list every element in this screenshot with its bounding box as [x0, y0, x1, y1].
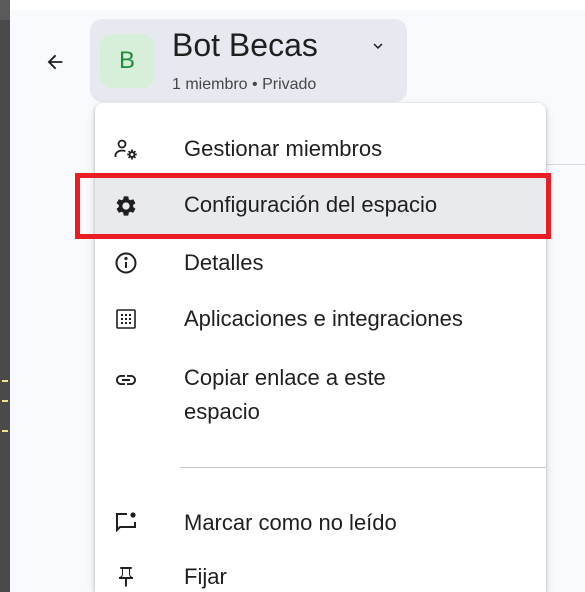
menu-item-pin[interactable]: Fijar: [95, 557, 546, 592]
left-window-edge: [0, 0, 10, 592]
left-edge-marks: [0, 378, 10, 438]
apps-grid-icon: [111, 304, 141, 334]
pin-icon: [111, 562, 141, 592]
panel-top-strip: [10, 0, 585, 10]
back-button[interactable]: [40, 48, 70, 76]
menu-item-label-line2: espacio: [184, 399, 260, 424]
space-name: Bot Becas: [172, 27, 318, 63]
menu-item-apps-integrations[interactable]: Aplicaciones e integraciones: [95, 297, 546, 341]
manage-members-icon: [111, 134, 141, 164]
space-subtitle: 1 miembro • Privado: [172, 76, 317, 93]
settings-gear-icon: [111, 191, 141, 221]
space-title-chip[interactable]: B Bot Becas 1 miembro • Privado: [90, 19, 407, 102]
menu-item-manage-members[interactable]: Gestionar miembros: [95, 127, 546, 171]
menu-item-copy-link[interactable]: Copiar enlace a este espacio: [95, 353, 546, 437]
menu-item-label: Fijar: [184, 564, 227, 589]
space-options-menu: Gestionar miembros Configuración del esp…: [95, 103, 546, 592]
menu-item-details[interactable]: Detalles: [95, 241, 546, 285]
left-window-edge-top: [0, 0, 10, 20]
arrow-back-icon: [47, 54, 63, 70]
chevron-down-icon: [369, 37, 387, 60]
link-icon: [111, 365, 141, 395]
menu-item-label-line1: Copiar enlace a este: [184, 365, 386, 390]
menu-item-mark-unread[interactable]: Marcar como no leído: [95, 501, 546, 545]
menu-item-label: Marcar como no leído: [184, 510, 397, 535]
menu-divider: [180, 467, 546, 468]
menu-item-label: Configuración del espacio: [184, 192, 438, 217]
menu-item-label: Aplicaciones e integraciones: [184, 306, 463, 331]
menu-item-label: Gestionar miembros: [184, 136, 383, 161]
menu-item-label: Detalles: [184, 250, 264, 275]
space-avatar: B: [100, 34, 154, 88]
mark-unread-icon: [111, 508, 141, 538]
avatar-letter: B: [118, 47, 135, 74]
menu-item-space-settings[interactable]: Configuración del espacio: [95, 178, 546, 234]
info-icon: [111, 248, 141, 278]
